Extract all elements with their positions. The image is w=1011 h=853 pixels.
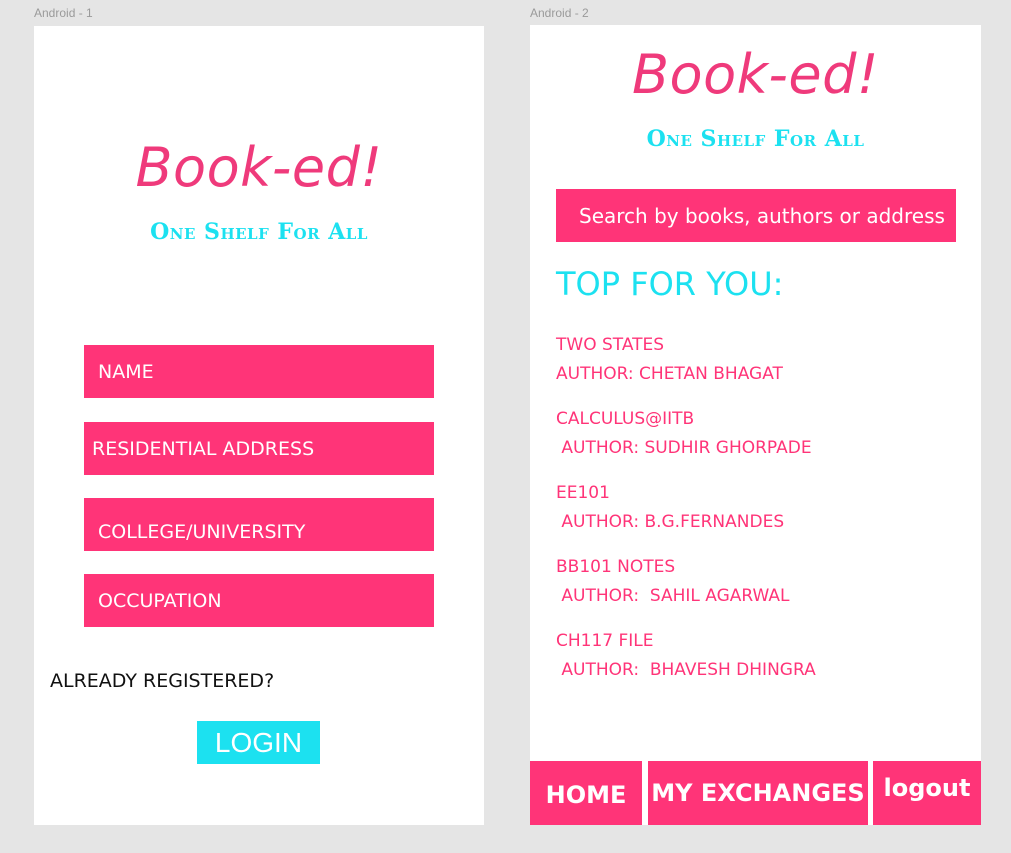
book-author: AUTHOR: CHETAN BHAGAT [556, 364, 783, 384]
search-input[interactable]: Search by books, authors or address [556, 189, 956, 242]
already-registered-text: ALREADY REGISTERED? [50, 670, 275, 692]
book-title: CALCULUS@IITB [556, 409, 695, 429]
book-title: BB101 NOTES [556, 557, 676, 577]
bottom-nav: HOME MY EXCHANGES logout [530, 761, 981, 825]
home-nav-button[interactable]: HOME [530, 761, 642, 825]
residential-address-field[interactable]: RESIDENTIAL ADDRESS [84, 422, 434, 475]
book-item[interactable]: CH117 FILE AUTHOR: BHAVESH DHINGRA [556, 627, 956, 701]
name-field-label: NAME [98, 360, 154, 383]
book-author: AUTHOR: BHAVESH DHINGRA [556, 660, 816, 680]
book-author: AUTHOR: SAHIL AGARWAL [556, 586, 790, 606]
college-field-label: COLLEGE/UNIVERSITY [98, 520, 306, 543]
my-exchanges-nav-button[interactable]: MY EXCHANGES [648, 761, 868, 825]
book-author: AUTHOR: B.G.FERNANDES [556, 512, 785, 532]
top-for-you-heading: TOP FOR YOU: [556, 265, 784, 303]
login-button[interactable]: LOGIN [197, 721, 320, 764]
book-item[interactable]: CALCULUS@IITB AUTHOR: SUDHIR GHORPADE [556, 405, 956, 479]
frame-label-android-1: Android - 1 [34, 6, 93, 20]
book-title: CH117 FILE [556, 631, 654, 651]
book-item[interactable]: BB101 NOTES AUTHOR: SAHIL AGARWAL [556, 553, 956, 627]
home-screen: Book-ed! One Shelf For All Search by boo… [530, 25, 981, 825]
app-logo: Book-ed! [631, 43, 880, 106]
occupation-field[interactable]: OCCUPATION [84, 574, 434, 627]
college-field[interactable]: COLLEGE/UNIVERSITY [84, 498, 434, 551]
book-title: TWO STATES [556, 335, 665, 355]
book-author: AUTHOR: SUDHIR GHORPADE [556, 438, 812, 458]
app-logo: Book-ed! [135, 136, 383, 199]
logout-button[interactable]: logout [873, 761, 981, 825]
name-field[interactable]: NAME [84, 345, 434, 398]
book-item[interactable]: EE101 AUTHOR: B.G.FERNANDES [556, 479, 956, 553]
book-list: TWO STATES AUTHOR: CHETAN BHAGAT CALCULU… [556, 331, 956, 701]
occupation-field-label: OCCUPATION [98, 589, 222, 612]
app-tagline: One Shelf For All [646, 126, 865, 152]
search-input-placeholder: Search by books, authors or address [579, 203, 945, 228]
book-title: EE101 [556, 483, 610, 503]
residential-address-field-label: RESIDENTIAL ADDRESS [92, 437, 315, 460]
book-item[interactable]: TWO STATES AUTHOR: CHETAN BHAGAT [556, 331, 956, 405]
app-tagline: One Shelf For All [150, 219, 368, 245]
register-screen: Book-ed! One Shelf For All NAME RESIDENT… [34, 26, 484, 825]
frame-label-android-2: Android - 2 [530, 6, 589, 20]
